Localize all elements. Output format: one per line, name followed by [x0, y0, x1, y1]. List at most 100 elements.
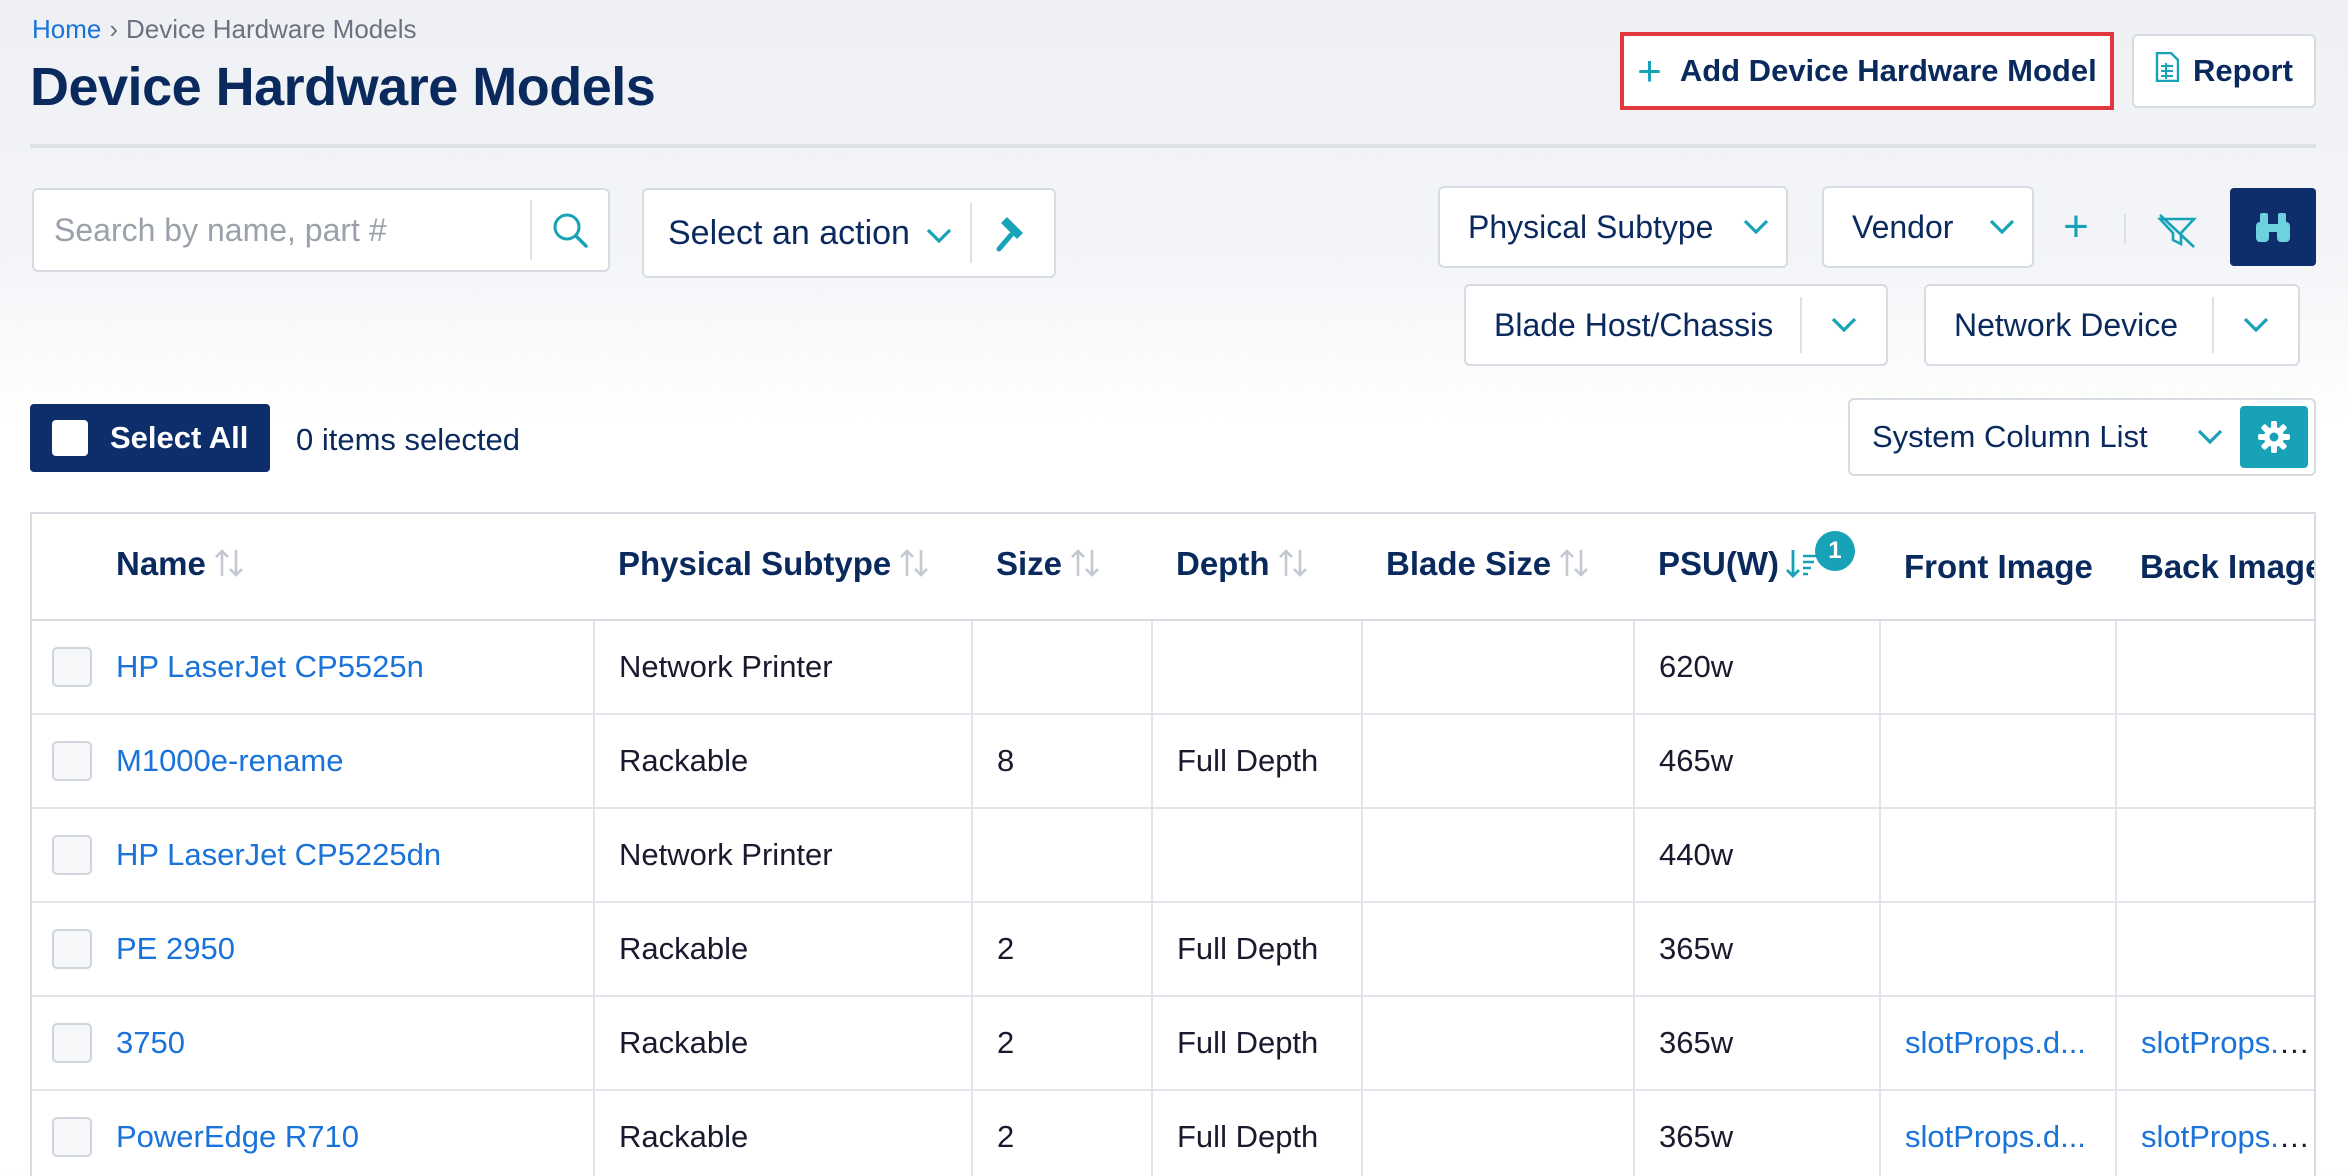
breadcrumb-home-link[interactable]: Home [32, 14, 101, 45]
blade-size-cell [1362, 1090, 1635, 1176]
header-psu[interactable]: PSU(W) 1 [1634, 514, 1880, 621]
vendor-filter[interactable]: Vendor [1822, 186, 2034, 268]
physical-subtype-filter-label: Physical Subtype [1468, 208, 1714, 245]
back-image-link[interactable]: slotProps.d... [2141, 1119, 2314, 1154]
clear-filter-icon[interactable] [2150, 206, 2204, 256]
sort-icon[interactable] [1557, 546, 1591, 588]
row-checkbox[interactable] [52, 929, 92, 969]
front-image-link[interactable]: slotProps.d... [1905, 1025, 2086, 1060]
model-name-link[interactable]: M1000e-rename [116, 743, 343, 778]
header-name-label: Name [116, 545, 206, 583]
action-select[interactable]: Select an action [642, 188, 1056, 278]
sort-icon[interactable] [897, 546, 931, 588]
back-image-cell: slotProps.d... [2116, 1090, 2314, 1176]
search-box [32, 188, 610, 272]
sort-order-badge: 1 [1814, 531, 1855, 572]
model-name-link[interactable]: PowerEdge R710 [116, 1119, 359, 1154]
chevron-down-icon [1726, 219, 1786, 235]
row-select-cell [32, 714, 104, 809]
binoculars-icon[interactable] [2230, 188, 2316, 266]
physical-subtype-filter[interactable]: Physical Subtype [1438, 186, 1788, 268]
header-front-image: Front Image [1880, 514, 2116, 621]
size-cell: 8 [972, 714, 1153, 809]
back-image-link[interactable]: slotProps.d... [2141, 1025, 2314, 1060]
header-physical-subtype[interactable]: Physical Subtype [594, 514, 972, 621]
header-back-image: Back Image [2116, 514, 2316, 621]
depth-cell: Full Depth [1152, 714, 1363, 809]
row-checkbox[interactable] [52, 741, 92, 781]
add-device-hardware-model-button[interactable]: + Add Device Hardware Model [1620, 32, 2114, 110]
add-filter-plus-icon[interactable]: + [2056, 202, 2096, 252]
chevron-down-icon [926, 214, 952, 253]
size-cell: 2 [972, 902, 1153, 997]
front-image-link[interactable]: slotProps.d... [1905, 1119, 2086, 1154]
header-back-image-label: Back Image [2140, 547, 2316, 585]
sort-icon[interactable] [1276, 546, 1310, 588]
back-image-cell [2116, 902, 2314, 997]
header-size[interactable]: Size [972, 514, 1152, 621]
depth-cell [1152, 808, 1363, 903]
header-size-label: Size [996, 545, 1063, 583]
header-front-image-label: Front Image [1904, 547, 2093, 585]
search-input[interactable] [34, 190, 530, 270]
table-row: PowerEdge R710 Rackable 2 Full Depth 365… [32, 1090, 2314, 1176]
name-cell: PowerEdge R710 [104, 1090, 595, 1176]
search-icon[interactable] [532, 211, 608, 249]
network-device-filter[interactable]: Network Device [1924, 284, 2300, 366]
header-divider [30, 144, 2316, 148]
column-list-select[interactable]: System Column List [1848, 398, 2316, 476]
row-checkbox[interactable] [52, 647, 92, 687]
toolbar-separator [2124, 214, 2126, 244]
blade-host-chassis-filter[interactable]: Blade Host/Chassis [1464, 284, 1888, 366]
model-name-link[interactable]: HP LaserJet CP5525n [116, 649, 424, 684]
select-all-button[interactable]: Select All [30, 404, 270, 472]
header-blade-size[interactable]: Blade Size [1362, 514, 1634, 621]
front-image-cell [1880, 808, 2117, 903]
back-image-cell [2116, 620, 2314, 715]
row-checkbox[interactable] [52, 1117, 92, 1157]
report-button-label: Report [2193, 53, 2293, 88]
front-image-cell: slotProps.d... [1880, 996, 2117, 1091]
row-select-cell [32, 902, 104, 997]
model-name-link[interactable]: 3750 [116, 1025, 185, 1060]
spreadsheet-icon [2155, 51, 2180, 90]
model-name-link[interactable]: PE 2950 [116, 931, 235, 966]
breadcrumb: Home › Device Hardware Models [32, 14, 416, 45]
table-row: PE 2950 Rackable 2 Full Depth 365w [32, 902, 2314, 997]
header-select-column [32, 514, 104, 621]
header-depth[interactable]: Depth [1152, 514, 1362, 621]
header-name[interactable]: Name [104, 514, 594, 621]
name-cell: HP LaserJet CP5525n [104, 620, 595, 715]
psu-cell: 365w [1634, 902, 1881, 997]
select-all-checkbox[interactable] [52, 420, 88, 456]
size-cell: 2 [972, 996, 1153, 1091]
front-image-cell [1880, 620, 2117, 715]
blade-host-filter-label: Blade Host/Chassis [1494, 306, 1774, 343]
plus-icon: + [1637, 47, 1662, 94]
gear-icon[interactable] [2240, 406, 2308, 468]
sort-descending-icon[interactable] [1785, 546, 1819, 588]
depth-cell [1152, 620, 1363, 715]
chevron-down-icon [1972, 219, 2032, 235]
header-depth-label: Depth [1176, 545, 1270, 583]
sort-icon[interactable] [212, 546, 246, 588]
table-row: HP LaserJet CP5225dn Network Printer 440… [32, 808, 2314, 903]
network-device-filter-label: Network Device [1954, 306, 2179, 343]
name-cell: M1000e-rename [104, 714, 595, 809]
items-selected-count: 0 items selected [296, 422, 520, 457]
back-image-cell [2116, 714, 2314, 809]
hammer-icon[interactable] [972, 213, 1054, 253]
blade-size-cell [1362, 996, 1635, 1091]
subtype-cell: Rackable [594, 996, 973, 1091]
report-button[interactable]: Report [2132, 34, 2316, 108]
chevron-down-icon [2180, 429, 2240, 445]
table-header-row: Name Physical Subtype Size Depth Blade S… [32, 514, 2316, 621]
row-checkbox[interactable] [52, 1023, 92, 1063]
model-name-link[interactable]: HP LaserJet CP5225dn [116, 837, 441, 872]
row-select-cell [32, 1090, 104, 1176]
depth-cell: Full Depth [1152, 996, 1363, 1091]
blade-size-cell [1362, 808, 1635, 903]
row-checkbox[interactable] [52, 835, 92, 875]
sort-icon[interactable] [1068, 546, 1102, 588]
size-cell [972, 808, 1153, 903]
